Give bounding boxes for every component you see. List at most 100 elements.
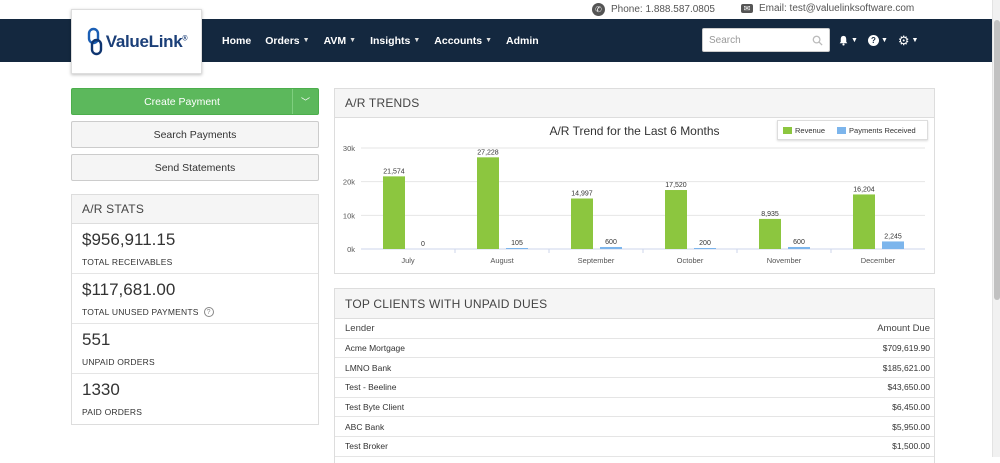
data-label: 600 bbox=[793, 239, 805, 246]
stat-label-wrap: TOTAL UNUSED PAYMENTS? bbox=[82, 307, 308, 317]
gear-icon: ⚙ bbox=[897, 33, 910, 48]
nav-avm-label: AVM bbox=[323, 34, 347, 47]
brand-logo[interactable]: ValueLink® bbox=[71, 9, 202, 74]
ar-trends-panel: A/R TRENDS A/R Trend for the Last 6 Mont… bbox=[334, 88, 935, 274]
stat-label: TOTAL UNUSED PAYMENTS bbox=[82, 307, 199, 317]
create-payment-dropdown-toggle[interactable]: ﹀ bbox=[292, 89, 318, 114]
amount-cell: $43,650.00 bbox=[887, 382, 930, 393]
caret-down-icon: ▼ bbox=[911, 37, 919, 44]
amount-cell: $185,621.00 bbox=[882, 362, 930, 373]
bell-icon bbox=[839, 35, 848, 46]
send-statements-label: Send Statements bbox=[154, 161, 236, 174]
ar-stats-title: A/R STATS bbox=[72, 195, 318, 224]
chart-area: A/R Trend for the Last 6 Months Revenue … bbox=[335, 118, 934, 273]
table-row[interactable]: Acme Mortgage $709,619.90 bbox=[335, 339, 934, 359]
search-input[interactable]: Search bbox=[702, 28, 830, 52]
data-label: 600 bbox=[605, 239, 617, 246]
revenue-bar[interactable] bbox=[571, 198, 593, 249]
email-contact[interactable]: ✉ Email: test@valuelinksoftware.com bbox=[741, 3, 914, 14]
data-label: 27,228 bbox=[477, 149, 499, 156]
table-row[interactable]: Test Byte Client $6,450.00 bbox=[335, 398, 934, 418]
data-label: 0 bbox=[421, 241, 425, 248]
revenue-bar[interactable] bbox=[853, 194, 875, 249]
x-tick-label: December bbox=[861, 256, 896, 265]
search-payments-label: Search Payments bbox=[153, 128, 237, 141]
ar-stats-panel: A/R STATS $956,911.15 TOTAL RECEIVABLES … bbox=[71, 194, 319, 425]
question-icon[interactable]: ? bbox=[203, 307, 214, 317]
brand-registered-mark: ® bbox=[182, 34, 188, 42]
top-clients-panel: TOP CLIENTS WITH UNPAID DUES Lender Amou… bbox=[334, 288, 935, 463]
stat-value: 1330 bbox=[82, 380, 120, 399]
nav-insights-label: Insights bbox=[370, 34, 411, 47]
nav-orders[interactable]: Orders ▼ bbox=[265, 35, 309, 47]
create-payment-button[interactable]: Create Payment ﹀ bbox=[71, 88, 319, 115]
nav-home-label: Home bbox=[222, 34, 252, 47]
col-lender-header[interactable]: Lender bbox=[345, 323, 375, 334]
phone-contact: ✆ Phone: 1.888.587.0805 bbox=[592, 3, 715, 16]
payments-bar[interactable] bbox=[694, 248, 716, 249]
data-label: 2,245 bbox=[884, 233, 902, 240]
col-amount-header[interactable]: Amount Due bbox=[877, 323, 930, 334]
bar-chart: 0k 10k 20k 30k 21,574 0 July 27,228 105 August 14,… bbox=[343, 144, 925, 265]
payments-bar[interactable] bbox=[600, 246, 622, 249]
data-label: 21,574 bbox=[383, 168, 405, 175]
payments-bar[interactable] bbox=[506, 248, 528, 249]
table-row[interactable]: ABC Bank $5,950.00 bbox=[335, 417, 934, 438]
stat-value: $956,911.15 bbox=[82, 230, 176, 249]
caret-down-icon: ▼ bbox=[880, 37, 888, 44]
chain-link-icon bbox=[87, 27, 102, 55]
nav-accounts[interactable]: Accounts ▼ bbox=[434, 35, 492, 47]
data-label: 17,520 bbox=[665, 182, 687, 189]
caret-down-icon: ▼ bbox=[413, 37, 421, 44]
help-menu[interactable]: ? ▼ bbox=[867, 35, 888, 46]
x-tick-label: October bbox=[677, 256, 704, 265]
nav-links: Home Orders ▼ AVM ▼ Insights ▼ Accounts ▼ Ad… bbox=[222, 19, 553, 62]
send-statements-button[interactable]: Send Statements bbox=[71, 154, 319, 181]
revenue-bar[interactable] bbox=[383, 176, 405, 249]
settings-menu[interactable]: ⚙ ▼ bbox=[898, 34, 919, 47]
data-label: 8,935 bbox=[761, 211, 779, 218]
ar-trends-title: A/R TRENDS bbox=[335, 89, 934, 118]
table-row[interactable]: Test - Beeline $43,650.00 bbox=[335, 378, 934, 398]
stat-label: PAID ORDERS bbox=[82, 407, 143, 417]
lender-cell: ABC Bank bbox=[345, 421, 385, 432]
amount-cell: $1,500.00 bbox=[892, 441, 930, 452]
x-tick-label: August bbox=[490, 256, 514, 265]
notifications-menu[interactable]: ▼ bbox=[838, 35, 858, 46]
lender-cell: LMNO Bank bbox=[345, 362, 392, 373]
revenue-bar[interactable] bbox=[665, 190, 687, 249]
data-label: 200 bbox=[699, 240, 711, 247]
stat-label-wrap: PAID ORDERS bbox=[82, 407, 308, 417]
lender-cell: Test Broker bbox=[345, 441, 388, 452]
nav-admin[interactable]: Admin bbox=[506, 35, 539, 47]
caret-down-icon: ▼ bbox=[851, 37, 858, 44]
client-rows: Acme Mortgage $709,619.90 LMNO Bank $185,62… bbox=[335, 339, 934, 457]
search-payments-button[interactable]: Search Payments bbox=[71, 121, 319, 148]
data-label: 16,204 bbox=[853, 186, 875, 193]
stat-label: UNPAID ORDERS bbox=[82, 357, 155, 367]
revenue-bar[interactable] bbox=[477, 157, 499, 249]
search-icon[interactable] bbox=[812, 35, 823, 46]
scrollbar-thumb[interactable] bbox=[994, 20, 1000, 300]
nav-avm[interactable]: AVM ▼ bbox=[324, 35, 357, 47]
table-row[interactable]: LMNO Bank $185,621.00 bbox=[335, 358, 934, 379]
nav-insights[interactable]: Insights ▼ bbox=[370, 35, 420, 47]
envelope-icon: ✉ bbox=[741, 4, 753, 13]
phone-text: Phone: 1.888.587.0805 bbox=[611, 4, 715, 15]
brand-name-text: ValueLink bbox=[105, 31, 183, 51]
create-payment-main[interactable]: Create Payment bbox=[72, 89, 292, 114]
email-text[interactable]: Email: test@valuelinksoftware.com bbox=[759, 3, 914, 14]
payments-bar[interactable] bbox=[788, 246, 810, 249]
amount-cell: $5,950.00 bbox=[892, 421, 930, 432]
help-icon: ? bbox=[867, 35, 879, 46]
y-tick-label: 10k bbox=[343, 211, 355, 220]
table-header: Lender Amount Due bbox=[335, 319, 934, 339]
nav-home[interactable]: Home bbox=[222, 35, 251, 47]
revenue-bar[interactable] bbox=[759, 218, 781, 249]
nav-icon-group: ▼ ? ▼ ⚙ ▼ bbox=[838, 19, 918, 62]
payments-bar[interactable] bbox=[882, 241, 904, 249]
stat-label: TOTAL RECEIVABLES bbox=[82, 257, 173, 267]
page-scrollbar[interactable] bbox=[992, 0, 1000, 457]
table-row[interactable]: Test Broker $1,500.00 bbox=[335, 437, 934, 457]
x-tick-label: November bbox=[767, 256, 802, 265]
